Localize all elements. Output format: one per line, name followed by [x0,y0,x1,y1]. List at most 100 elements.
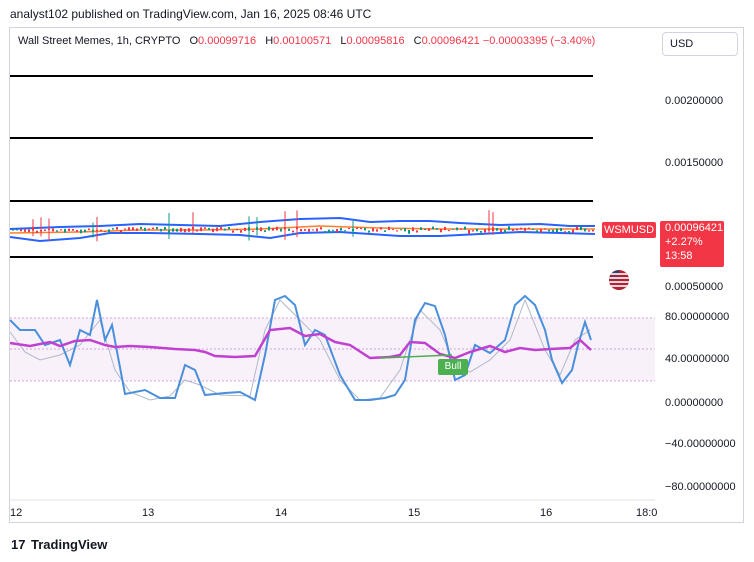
time-label-15: 15 [408,507,421,519]
candle [172,228,174,232]
candle [500,228,502,232]
current-price-tag: 0.00096421 +2.27% 13:58 [660,221,724,267]
high-value: 0.00100571 [273,35,332,47]
candle [584,228,586,232]
osc-label-1: 80.00000000 [665,311,730,323]
candle [288,228,290,231]
candle [212,228,214,233]
candle [392,229,394,231]
candle [244,227,246,231]
currency-button[interactable]: USD [662,32,738,56]
candle [544,228,546,230]
candle [24,229,26,232]
candle [480,231,482,233]
candle [36,230,38,233]
tradingview-brand[interactable]: 17 TradingView [11,537,107,552]
candle [396,230,398,232]
candle [408,229,410,234]
time-label-13: 13 [142,507,155,519]
candle [280,228,282,232]
candle [540,228,542,233]
candle [228,227,230,230]
candle [420,227,422,231]
candle [120,230,122,233]
us-flag-icon [609,270,629,290]
time-label-14: 14 [275,507,288,519]
candle [232,230,234,233]
candle [320,227,322,230]
candle [560,227,562,232]
candle [28,229,30,233]
candle [240,230,242,233]
candle [588,230,590,232]
candle [512,228,514,231]
change-value: −0.00003395 (−3.40%) [482,35,596,47]
candle [516,228,518,231]
candle [276,226,278,231]
candle [136,228,138,231]
time-label-16: 16 [540,507,553,519]
candle [388,226,390,231]
candle [468,229,470,234]
candle [440,228,442,233]
bull-divergence-tag: Bull [438,359,468,375]
candle [568,231,570,233]
countdown: 13:58 [665,250,693,262]
candle [188,228,190,232]
candle [148,228,150,230]
chart-canvas[interactable] [0,0,754,562]
candle [476,228,478,232]
candle [564,231,566,233]
candle [380,227,382,230]
low-value: 0.00095816 [346,35,405,47]
candle [132,227,134,231]
candle [464,226,466,230]
candle [196,229,198,232]
candle [572,229,574,233]
symbol-tag: WSMUSD [602,222,656,238]
candle [364,228,366,231]
candle [184,228,186,233]
candle [112,228,114,230]
brand-name: TradingView [31,537,108,552]
candle [52,228,54,232]
candle [152,227,154,230]
candle [508,226,510,231]
lower-band [9,230,596,243]
candle [100,229,102,232]
candle [432,226,434,230]
current-change: +2.27% [665,236,703,248]
open-value: 0.00099716 [198,35,257,47]
candle [356,227,358,230]
symbol-name[interactable]: Wall Street Memes, 1h, CRYPTO [18,35,180,47]
candle [444,226,446,231]
price-label-2: 0.00150000 [665,157,724,169]
candle [124,228,126,230]
candle [304,229,306,231]
candle [528,227,530,229]
candle [576,226,578,231]
candle [344,230,346,232]
candle [144,227,146,231]
candle [208,227,210,230]
current-price: 0.00096421 [665,222,724,234]
candle [104,231,106,233]
candle [72,228,74,231]
candle [328,229,330,234]
candle [436,228,438,230]
ohlc-legend: Wall Street Memes, 1h, CRYPTO O0.0009971… [18,35,596,47]
candle [448,230,450,232]
candle [520,227,522,230]
candle [60,229,62,231]
candle [424,228,426,231]
candle [216,227,218,232]
candle [548,229,550,232]
candle [360,227,362,230]
candle [44,229,46,231]
price-label-1: 0.00200000 [665,95,724,107]
candle [108,229,110,233]
candle [76,230,78,232]
candle [524,227,526,231]
candle [332,229,334,231]
candle [376,229,378,232]
